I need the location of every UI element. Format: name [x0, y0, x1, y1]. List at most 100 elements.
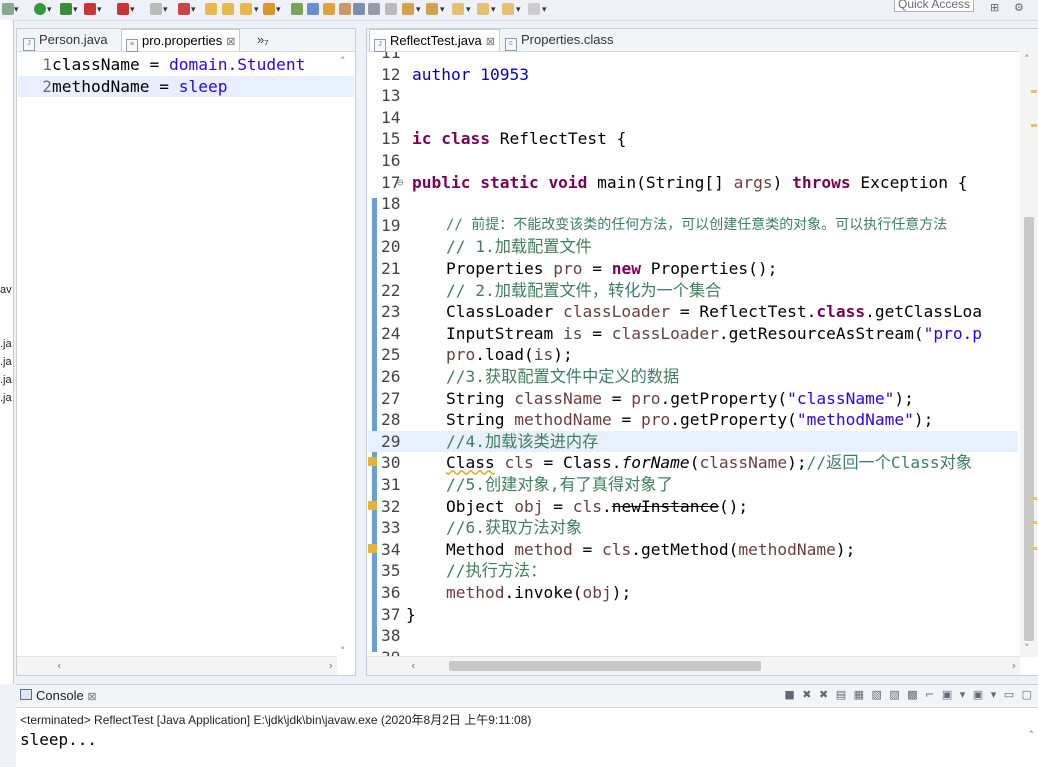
coverage-icon[interactable] — [60, 3, 72, 15]
code-text: = ReflectTest. — [670, 302, 817, 322]
strip-item[interactable]: av — [0, 284, 12, 296]
chevron-down-icon[interactable]: ▾ — [130, 5, 135, 15]
java-perspective-icon[interactable]: ⚙ — [1014, 1, 1028, 15]
horizontal-scrollbar[interactable]: ‹ › — [17, 656, 337, 675]
strip-item[interactable]: .ja — [0, 338, 12, 350]
console-output[interactable]: sleep... — [20, 730, 97, 749]
horizontal-scrollbar[interactable]: ‹ › — [367, 656, 1020, 675]
chevron-down-icon[interactable]: ▾ — [466, 5, 471, 15]
ant-icon[interactable] — [323, 3, 335, 15]
chevron-down-icon[interactable]: ▾ — [440, 5, 445, 15]
tab-overflow[interactable]: »₇ — [253, 29, 273, 51]
chevron-down-icon[interactable]: ▾ — [73, 5, 78, 15]
folder-icon[interactable] — [263, 3, 275, 15]
vertical-scrollbar[interactable]: ˄ ˅ — [1020, 51, 1038, 657]
scroll-right-icon[interactable]: › — [329, 659, 333, 672]
line-number: 11 — [381, 52, 401, 62]
overview-ruler-mark[interactable] — [1031, 547, 1037, 550]
scroll-up-icon[interactable]: ˄ — [1029, 729, 1035, 742]
chevron-down-icon[interactable]: ▾ — [191, 5, 196, 15]
scroll-left-icon[interactable]: ‹ — [57, 659, 61, 672]
search-icon[interactable] — [240, 3, 252, 15]
warning-marker-icon[interactable] — [368, 543, 377, 553]
open-type-icon[interactable] — [205, 3, 217, 15]
line-number: 19 — [381, 215, 401, 235]
open-perspective-icon[interactable]: ⊞ — [990, 1, 1004, 15]
scroll-thumb[interactable] — [1024, 217, 1034, 641]
overview-ruler-mark[interactable] — [1031, 124, 1037, 127]
run-icon[interactable] — [34, 3, 46, 15]
toggle-highlight-icon[interactable] — [307, 3, 319, 15]
tab-person-java[interactable]: J Person.java — [19, 29, 112, 51]
code-variable: obj — [514, 496, 544, 516]
back-icon[interactable] — [452, 3, 464, 15]
code-line: 35 //执行方法： — [368, 560, 1018, 582]
line-number: 12 — [381, 64, 401, 84]
code-line: 21 Properties pro = new Properties(); — [368, 258, 1018, 280]
show-whitespace-icon[interactable] — [368, 3, 380, 15]
open-resource-icon[interactable] — [222, 3, 234, 15]
scroll-down-icon[interactable]: ˅ — [340, 645, 346, 658]
external-tools-icon[interactable] — [84, 3, 96, 15]
warning-marker-icon[interactable] — [368, 500, 377, 510]
scroll-up-icon[interactable]: ˄ — [340, 55, 346, 68]
code-comment: //6.获取方法对象 — [446, 518, 583, 538]
chevron-down-icon[interactable]: ▾ — [276, 5, 281, 15]
strip-item[interactable]: .ja — [0, 392, 12, 404]
code-line: 25 pro.load(is); — [368, 344, 1018, 366]
chevron-down-icon[interactable]: ▾ — [47, 5, 52, 15]
code-text: ClassLoader — [446, 302, 563, 322]
chevron-down-icon[interactable]: ▾ — [416, 5, 421, 15]
quick-access-input[interactable]: Quick Access — [894, 0, 974, 12]
code-line: 36 method.invoke(obj); — [368, 582, 1018, 604]
new-java-class-icon[interactable] — [178, 3, 190, 15]
pin-icon[interactable] — [339, 3, 351, 15]
close-icon[interactable]: ⊠ — [226, 36, 235, 48]
scroll-up-icon[interactable]: ˄ — [1024, 53, 1030, 66]
scroll-down-icon[interactable]: ˅ — [1024, 642, 1030, 655]
chevron-down-icon[interactable]: ▾ — [516, 5, 521, 15]
code-text: ) — [772, 172, 793, 192]
overview-ruler-mark[interactable] — [1031, 521, 1037, 524]
close-icon[interactable]: ⊠ — [486, 36, 495, 48]
debug-icon[interactable] — [2, 3, 14, 15]
tab-properties-class[interactable]: c Properties.class — [501, 29, 617, 51]
scroll-left-icon[interactable]: ‹ — [411, 659, 415, 672]
strip-item[interactable]: .ja — [0, 374, 12, 386]
chevron-down-icon[interactable]: ▾ — [97, 5, 102, 15]
chevron-down-icon[interactable]: ▾ — [254, 5, 259, 15]
fold-toggle-icon[interactable]: ⊖ — [397, 172, 404, 194]
forward-alt-icon[interactable] — [528, 3, 540, 15]
paragraph-icon[interactable] — [385, 3, 397, 15]
code-variable: is — [562, 323, 583, 343]
console-tab[interactable]: Console ⊠ — [20, 688, 97, 703]
line-number: 25 — [381, 345, 401, 365]
toggle-block-icon[interactable] — [353, 3, 365, 15]
scroll-right-icon[interactable]: › — [1012, 659, 1016, 672]
overview-ruler-mark[interactable] — [1031, 90, 1037, 93]
chevron-down-icon[interactable]: ▾ — [14, 5, 19, 15]
code-line: 13 — [368, 85, 1018, 107]
warning-marker-icon[interactable] — [368, 457, 377, 467]
java-text-area[interactable]: 11 12 author 10953 13 14 15 ic class Refle… — [368, 52, 1018, 682]
console-toolbar[interactable]: ■ ✖ ✖ ▤ ▦ ▧ ▨ ▩ ⌐ ▣ ▾ ▣ ▾ ▭ ▢ — [784, 688, 1034, 701]
overview-ruler-mark[interactable] — [1031, 497, 1037, 500]
tab-reflecttest-java[interactable]: J ReflectTest.java ⊠ — [369, 29, 500, 52]
chevron-down-icon[interactable]: ▾ — [491, 5, 496, 15]
prev-annotation-icon[interactable] — [426, 3, 438, 15]
scroll-thumb[interactable] — [449, 661, 761, 671]
chevron-down-icon[interactable]: ▾ — [542, 5, 547, 15]
back-alt-icon[interactable] — [502, 3, 514, 15]
properties-text-area[interactable]: 1className = domain.Student 2methodName … — [18, 52, 354, 658]
forward-icon[interactable] — [477, 3, 489, 15]
strip-item[interactable]: .ja — [0, 356, 12, 368]
chevron-down-icon[interactable]: ▾ — [163, 5, 168, 15]
next-annotation-icon[interactable] — [402, 3, 414, 15]
close-icon[interactable]: ⊠ — [87, 691, 96, 703]
mark-occurrences-icon[interactable] — [291, 3, 303, 15]
code-text: Exception { — [850, 172, 968, 192]
code-line: 12 author 10953 — [368, 64, 1018, 86]
code-text: .load( — [475, 345, 534, 365]
new-server-icon[interactable] — [117, 3, 129, 15]
tab-pro-properties[interactable]: ≡ pro.properties ⊠ — [121, 29, 241, 52]
